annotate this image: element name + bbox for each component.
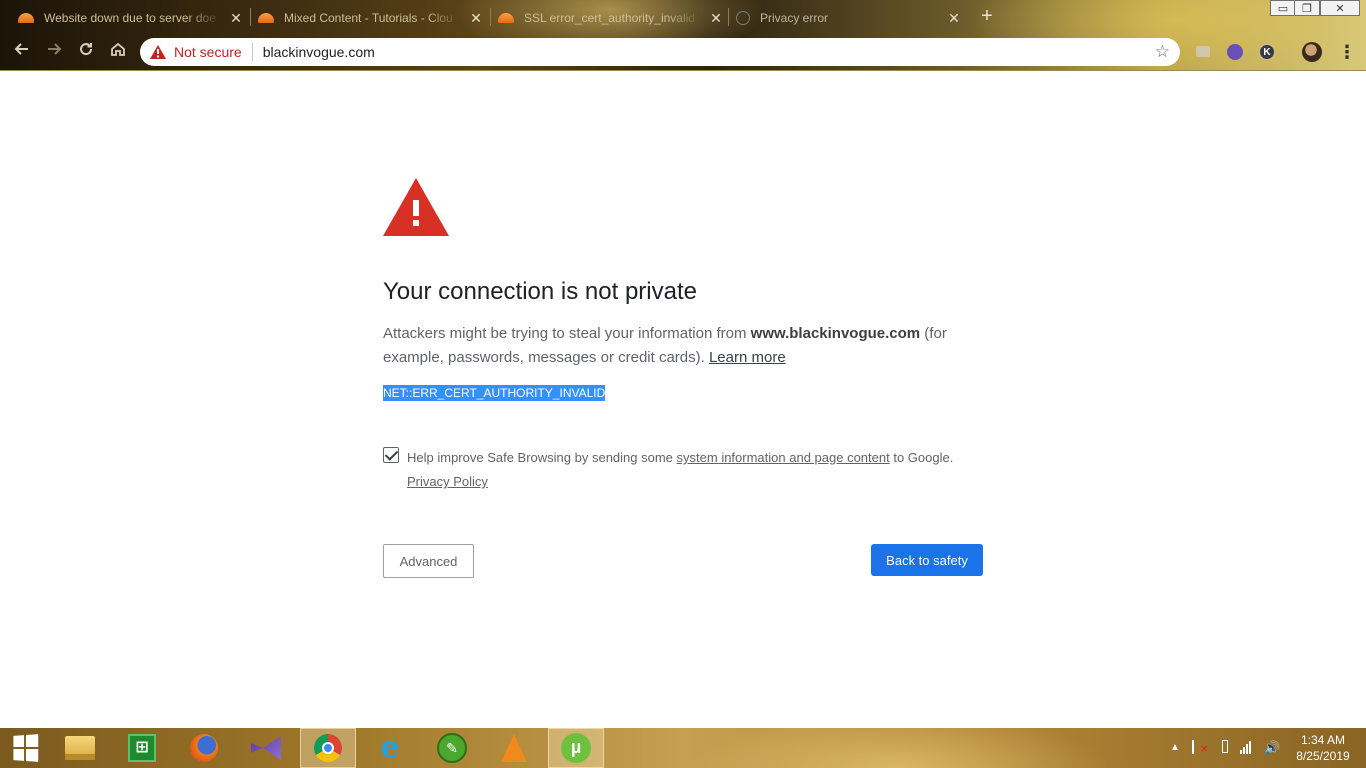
tab-title: Website down due to server doe (44, 11, 216, 25)
windows-logo-icon (13, 734, 39, 762)
taskbar-chrome[interactable] (300, 728, 356, 768)
taskbar-green-app[interactable]: ✎ (424, 728, 480, 768)
taskbar-visual-studio[interactable] (238, 728, 294, 768)
security-status[interactable]: Not secure (174, 44, 242, 60)
close-window-button[interactable]: ✕ (1320, 0, 1360, 16)
large-warning-icon (383, 178, 449, 236)
bookmark-star-icon[interactable]: ☆ (1155, 43, 1170, 61)
tab-title: SSL error_cert_authority_invalid (524, 11, 695, 25)
cloudflare-icon (18, 13, 34, 23)
cloudflare-icon (258, 13, 274, 23)
taskbar-utorrent[interactable]: µ (548, 728, 604, 768)
taskbar-file-explorer[interactable] (52, 728, 108, 768)
address-bar[interactable]: Not secure blackinvogue.com ☆ (140, 38, 1180, 66)
tab-separator (728, 8, 729, 26)
tab-separator (490, 8, 491, 26)
safe-browsing-prefix: Help improve Safe Browsing by sending so… (407, 450, 677, 465)
system-clock[interactable]: 1:34 AM 8/25/2019 (1290, 732, 1356, 764)
site-domain: www.blackinvogue.com (750, 325, 921, 342)
error-code[interactable]: NET::ERR_CERT_AUTHORITY_INVALID (383, 385, 606, 401)
explanation-paragraph: Attackers might be trying to steal your … (383, 322, 983, 370)
safe-browsing-suffix: to Google. (889, 450, 954, 465)
taskbar-windows-store[interactable]: ⊞ (114, 728, 170, 768)
taskbar-internet-explorer[interactable]: e (362, 728, 418, 768)
tab-ssl-error[interactable]: SSL error_cert_authority_invalid ✕ (498, 4, 724, 32)
reload-button[interactable] (74, 40, 98, 64)
cloudflare-icon (498, 13, 514, 23)
firefox-icon (190, 734, 218, 762)
volume-icon[interactable]: 🔊 (1264, 740, 1280, 756)
clock-date: 8/25/2019 (1296, 749, 1350, 763)
arrow-left-icon (14, 43, 28, 55)
url-text[interactable]: blackinvogue.com (263, 44, 375, 60)
menu-kebab-icon[interactable]: ⋮ (1338, 42, 1356, 64)
tab-close-icon[interactable]: ✕ (468, 10, 484, 27)
network-signal-icon[interactable] (1240, 740, 1256, 754)
internet-explorer-icon: e (380, 730, 400, 765)
minimize-button[interactable]: ▭ (1270, 0, 1296, 16)
chrome-icon (314, 734, 342, 762)
safe-browsing-label: Help improve Safe Browsing by sending so… (407, 446, 987, 494)
start-button[interactable] (0, 728, 50, 768)
k-extension-icon[interactable]: K (1259, 44, 1275, 60)
visual-studio-icon (251, 736, 281, 760)
folder-icon (65, 736, 95, 760)
explanation-prefix: Attackers might be trying to steal your … (383, 325, 751, 342)
omnibox-divider (251, 43, 253, 61)
tab-title: Privacy error (760, 11, 829, 25)
system-info-link[interactable]: system information and page content (677, 450, 890, 465)
new-tab-button[interactable]: + (978, 6, 996, 28)
tab-separator (250, 8, 251, 26)
browser-chrome: Website down due to server doe ✕ Mixed C… (0, 0, 1366, 71)
tab-close-icon[interactable]: ✕ (708, 10, 724, 27)
tab-title: Mixed Content - Tutorials - Clou (284, 11, 453, 25)
arrow-right-icon (48, 43, 62, 55)
taskbar-firefox[interactable] (176, 728, 232, 768)
privacy-policy-link[interactable]: Privacy Policy (407, 474, 488, 489)
tab-close-icon[interactable]: ✕ (228, 10, 244, 27)
purple-extension-icon[interactable] (1227, 44, 1243, 60)
tab-website-down[interactable]: Website down due to server doe ✕ (18, 4, 244, 32)
advanced-button[interactable]: Advanced (383, 544, 474, 578)
tab-mixed-content[interactable]: Mixed Content - Tutorials - Clou ✕ (258, 4, 484, 32)
tab-close-icon[interactable]: ✕ (946, 10, 962, 27)
profile-avatar[interactable] (1302, 42, 1322, 62)
safe-browsing-checkbox[interactable] (383, 447, 399, 463)
back-button[interactable] (10, 40, 34, 64)
show-hidden-icons-button[interactable]: ▲ (1170, 740, 1180, 756)
back-to-safety-button[interactable]: Back to safety (871, 544, 983, 576)
windows-taskbar: ⊞ e ✎ µ ▲ 🔊 1:34 AM 8/25/2019 (0, 728, 1366, 768)
vlc-cone-icon (501, 734, 527, 762)
tab-privacy-error[interactable]: Privacy error ✕ (736, 4, 962, 32)
warning-icon (150, 45, 166, 59)
green-app-icon: ✎ (437, 733, 467, 763)
globe-icon (736, 11, 750, 25)
maximize-button[interactable]: ❐ (1294, 0, 1320, 16)
reload-icon (80, 43, 93, 56)
page-title: Your connection is not private (383, 278, 697, 305)
cast-icon[interactable] (1196, 46, 1210, 57)
taskbar-vlc[interactable] (486, 728, 542, 768)
learn-more-link[interactable]: Learn more (709, 349, 786, 366)
action-center-flag-icon[interactable] (1192, 740, 1208, 758)
store-icon: ⊞ (128, 734, 156, 762)
clock-time: 1:34 AM (1300, 733, 1346, 747)
home-button[interactable] (106, 40, 130, 64)
forward-button[interactable] (42, 40, 66, 64)
battery-icon[interactable] (1222, 740, 1228, 753)
utorrent-icon: µ (561, 733, 591, 763)
home-icon (111, 42, 125, 56)
